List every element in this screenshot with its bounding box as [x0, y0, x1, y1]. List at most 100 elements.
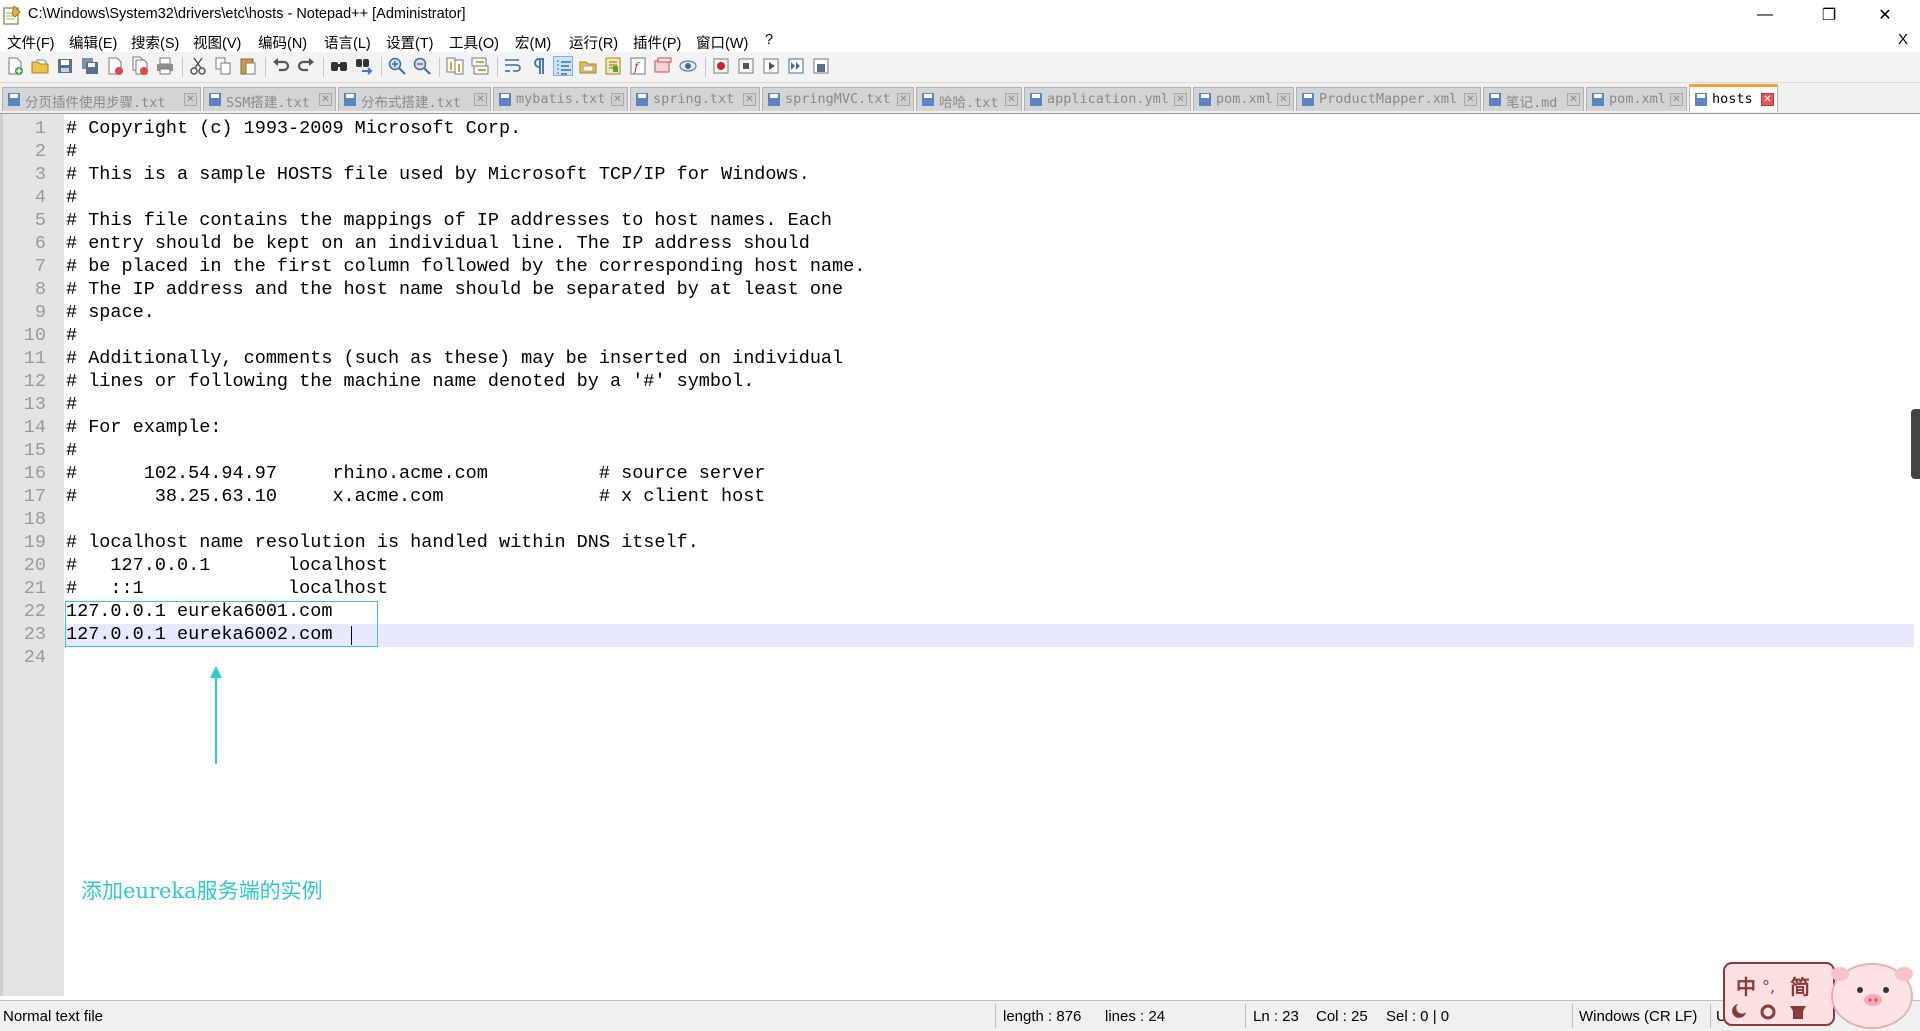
folder-as-workspace-icon[interactable] — [578, 56, 598, 76]
tab-hosts[interactable]: hosts ✕ — [1689, 84, 1778, 112]
tab-label: spring.txt — [653, 91, 735, 107]
menu-settings[interactable]: 设置(T) — [386, 32, 434, 53]
tab-label: ProductMapper.xml — [1319, 91, 1458, 107]
run-macro-multiple-icon[interactable] — [786, 56, 806, 76]
annotation-text: 添加eureka服务端的实例 — [81, 879, 323, 903]
save-macro-icon[interactable] — [811, 56, 831, 76]
tab-close-icon[interactable]: ✕ — [1761, 93, 1774, 106]
find-icon[interactable] — [329, 56, 349, 76]
code-line: # This file contains the mappings of IP … — [66, 210, 833, 231]
status-sel: Sel : 0 | 0 — [1386, 1008, 1450, 1025]
tab-document[interactable]: pom.xml ✕ — [1193, 87, 1294, 111]
close-icon[interactable] — [105, 56, 125, 76]
tab-close-icon[interactable]: ✕ — [474, 93, 487, 106]
tab-label: mybatis.txt — [516, 91, 606, 107]
tab-document[interactable]: application.yml ✕ — [1024, 87, 1191, 111]
doc-switcher-icon[interactable] — [653, 56, 673, 76]
tab-close-icon[interactable]: ✕ — [184, 93, 197, 106]
annotation-arrow — [210, 666, 222, 764]
new-file-icon[interactable] — [5, 56, 25, 76]
cut-icon[interactable] — [188, 56, 208, 76]
menu-search[interactable]: 搜索(S) — [131, 32, 179, 53]
close-window-button[interactable]: ✕ — [1862, 0, 1908, 30]
function-list-icon[interactable]: f — [628, 56, 648, 76]
tab-document[interactable]: pom.xml ✕ — [1586, 87, 1687, 111]
tab-document[interactable]: SSM搭建.txt ✕ — [203, 87, 336, 111]
tab-close-icon[interactable]: ✕ — [897, 93, 910, 106]
menu-tools[interactable]: 工具(O) — [449, 32, 499, 53]
menu-window[interactable]: 窗口(W) — [696, 32, 748, 53]
sync-vertical-icon[interactable] — [445, 56, 465, 76]
paste-icon[interactable] — [238, 56, 258, 76]
tab-document[interactable]: 笔记.md ✕ — [1483, 87, 1584, 111]
tab-close-icon[interactable]: ✕ — [743, 93, 756, 106]
tab-document[interactable]: 分布式搭建.txt ✕ — [338, 87, 491, 111]
code-line: # For example: — [66, 417, 222, 438]
notepad-plus-plus-icon — [3, 5, 21, 25]
zoom-out-icon[interactable] — [412, 56, 432, 76]
stop-record-icon[interactable] — [736, 56, 756, 76]
tab-close-icon[interactable]: ✕ — [1005, 93, 1018, 106]
tab-close-icon[interactable]: ✕ — [1464, 93, 1477, 106]
code-line: # 38.25.63.10 x.acme.com # x client host — [66, 486, 766, 507]
menu-edit[interactable]: 编辑(E) — [69, 32, 117, 53]
menu-plugins[interactable]: 插件(P) — [633, 32, 681, 53]
tab-close-icon[interactable]: ✕ — [1277, 93, 1290, 106]
menu-view[interactable]: 视图(V) — [193, 32, 241, 53]
tab-close-icon[interactable]: ✕ — [319, 93, 332, 106]
ime-toolbar[interactable]: 中 °, 简 — [1722, 960, 1920, 1030]
code-line: # lines or following the machine name de… — [66, 371, 755, 392]
side-panel-handle[interactable] — [1911, 409, 1920, 479]
open-file-icon[interactable] — [30, 56, 50, 76]
menu-language[interactable]: 语言(L) — [324, 32, 371, 53]
word-wrap-icon[interactable] — [503, 56, 523, 76]
undo-icon[interactable] — [271, 56, 291, 76]
tab-close-icon[interactable]: ✕ — [611, 93, 624, 106]
code-line: # entry should be kept on an individual … — [66, 233, 810, 254]
sync-horizontal-icon[interactable] — [470, 56, 490, 76]
line-number: 16 — [23, 463, 46, 484]
save-all-icon[interactable] — [80, 56, 100, 76]
tab-document[interactable]: mybatis.txt ✕ — [493, 87, 628, 111]
play-macro-icon[interactable] — [761, 56, 781, 76]
tab-close-icon[interactable]: ✕ — [1567, 93, 1580, 106]
menu-run[interactable]: 运行(R) — [569, 32, 618, 53]
tab-document[interactable]: 分页插件使用步骤.txt ✕ — [2, 87, 201, 111]
restore-button[interactable]: ❐ — [1806, 0, 1852, 30]
save-icon[interactable] — [55, 56, 75, 76]
monitoring-icon[interactable] — [678, 56, 698, 76]
print-icon[interactable] — [155, 56, 175, 76]
menu-file[interactable]: 文件(F) — [7, 32, 55, 53]
tab-document[interactable]: spring.txt ✕ — [630, 87, 760, 111]
saved-file-icon — [499, 93, 511, 106]
copy-icon[interactable] — [213, 56, 233, 76]
zoom-in-icon[interactable] — [387, 56, 407, 76]
tab-document[interactable]: springMVC.txt ✕ — [762, 87, 914, 111]
saved-file-icon — [1592, 93, 1604, 106]
minimize-button[interactable]: — — [1742, 0, 1788, 30]
code-line: # 127.0.0.1 localhost — [66, 555, 388, 576]
tab-close-icon[interactable]: ✕ — [1174, 93, 1187, 106]
line-number: 9 — [34, 302, 46, 323]
document-map-icon[interactable] — [603, 56, 623, 76]
record-macro-icon[interactable] — [711, 56, 731, 76]
indent-guide-icon[interactable] — [553, 56, 573, 76]
replace-icon[interactable] — [354, 56, 374, 76]
show-all-chars-icon[interactable] — [528, 56, 548, 76]
tab-document[interactable]: ProductMapper.xml ✕ — [1296, 87, 1481, 111]
menu-help[interactable]: ? — [765, 32, 773, 48]
menu-encoding[interactable]: 编码(N) — [258, 32, 307, 53]
status-separator — [1572, 1004, 1573, 1028]
line-number: 7 — [34, 256, 46, 277]
editor-area[interactable]: 1 2 3 4 5 6 7 8 9 10 11 12 13 14 15 16 1… — [0, 114, 1920, 996]
tab-close-icon[interactable]: ✕ — [1670, 93, 1683, 106]
close-all-icon[interactable] — [130, 56, 150, 76]
redo-icon[interactable] — [296, 56, 316, 76]
text-caret — [351, 626, 352, 645]
status-file-type: Normal text file — [3, 1008, 104, 1025]
line-number: 6 — [34, 233, 46, 254]
close-document-button[interactable]: X — [1898, 31, 1908, 48]
menu-macro[interactable]: 宏(M) — [515, 32, 551, 53]
line-number: 12 — [23, 371, 46, 392]
tab-document[interactable]: 哈哈.txt ✕ — [916, 87, 1022, 111]
